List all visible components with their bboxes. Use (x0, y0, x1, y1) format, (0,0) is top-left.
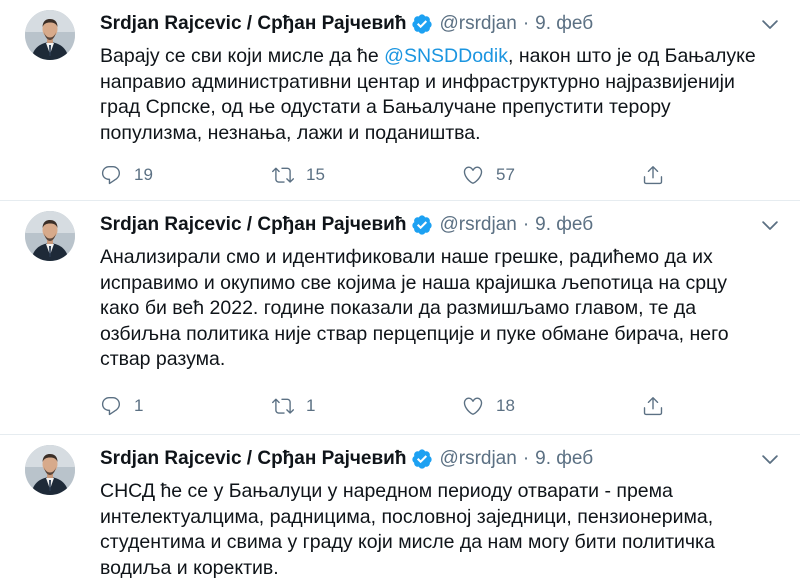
verified-badge-icon (411, 448, 433, 470)
retweet-button[interactable]: 15 (272, 160, 325, 190)
more-options-button[interactable] (758, 12, 782, 36)
like-icon (462, 395, 484, 417)
like-icon (462, 164, 484, 186)
tweet-header: Srdjan Rajcevic / Срђан Рајчевић @rsrdja… (100, 447, 593, 471)
reply-button[interactable]: 1 (100, 391, 143, 421)
verified-badge-icon (411, 13, 433, 35)
reply-icon (100, 164, 122, 186)
tweet-text: СНСД ће се у Бањалуци у наредном периоду… (100, 480, 715, 579)
reply-button[interactable]: 19 (100, 160, 153, 190)
author-handle[interactable]: @rsrdjan (439, 214, 516, 236)
author-handle[interactable]: @rsrdjan (439, 13, 516, 35)
tweet[interactable]: Srdjan Rajcevic / Срђан Рајчевић @rsrdja… (0, 201, 800, 434)
share-icon (642, 395, 664, 417)
tweet-text-part: Варају се сви који мисле да ће (100, 45, 385, 67)
chevron-down-icon (759, 13, 781, 35)
verified-badge-icon (411, 214, 433, 236)
separator-dot: · (522, 214, 530, 235)
mention-link[interactable]: @SNSDDodik (384, 45, 508, 67)
reply-count: 1 (134, 396, 144, 415)
tweet-actions: 19 15 57 (100, 160, 670, 190)
tweet-header: Srdjan Rajcevic / Срђан Рајчевић @rsrdja… (100, 12, 593, 36)
like-button[interactable]: 18 (462, 391, 515, 421)
separator-dot: · (522, 13, 530, 34)
avatar-image (25, 445, 75, 495)
reply-icon (100, 395, 122, 417)
retweet-button[interactable]: 1 (272, 391, 315, 421)
avatar-image (25, 10, 75, 60)
tweet-date[interactable]: 9. феб (535, 214, 593, 236)
author-name[interactable]: Srdjan Rajcevic / Срђан Рајчевић (100, 214, 406, 236)
share-icon (642, 164, 664, 186)
retweet-icon (272, 395, 294, 417)
chevron-down-icon (759, 214, 781, 236)
tweet-date[interactable]: 9. феб (535, 13, 593, 35)
tweet[interactable]: Srdjan Rajcevic / Срђан Рајчевић @rsrdja… (0, 0, 800, 200)
share-button[interactable] (642, 391, 664, 421)
more-options-button[interactable] (758, 447, 782, 471)
like-count: 18 (496, 396, 515, 415)
retweet-icon (272, 164, 294, 186)
retweet-count: 15 (306, 165, 325, 184)
tweet-text: Варају се сви који мисле да ће @SNSDDodi… (100, 44, 770, 146)
share-button[interactable] (642, 160, 664, 190)
like-button[interactable]: 57 (462, 160, 515, 190)
separator-dot: · (522, 448, 530, 469)
avatar[interactable] (25, 211, 75, 261)
avatar-image (25, 211, 75, 261)
tweet[interactable]: Srdjan Rajcevic / Срђан Рајчевић @rsrdja… (0, 435, 800, 588)
more-options-button[interactable] (758, 213, 782, 237)
author-name[interactable]: Srdjan Rajcevic / Срђан Рајчевић (100, 13, 406, 35)
avatar[interactable] (25, 10, 75, 60)
avatar[interactable] (25, 445, 75, 495)
like-count: 57 (496, 165, 515, 184)
tweet-actions: 1 1 18 (100, 391, 670, 421)
author-handle[interactable]: @rsrdjan (439, 448, 516, 470)
tweet-text: Анализирали смо и идентификовали наше гр… (100, 246, 729, 370)
reply-count: 19 (134, 165, 153, 184)
author-name[interactable]: Srdjan Rajcevic / Срђан Рајчевић (100, 448, 406, 470)
retweet-count: 1 (306, 396, 316, 415)
chevron-down-icon (759, 448, 781, 470)
tweet-header: Srdjan Rajcevic / Срђан Рајчевић @rsrdja… (100, 213, 593, 237)
tweet-date[interactable]: 9. феб (535, 448, 593, 470)
